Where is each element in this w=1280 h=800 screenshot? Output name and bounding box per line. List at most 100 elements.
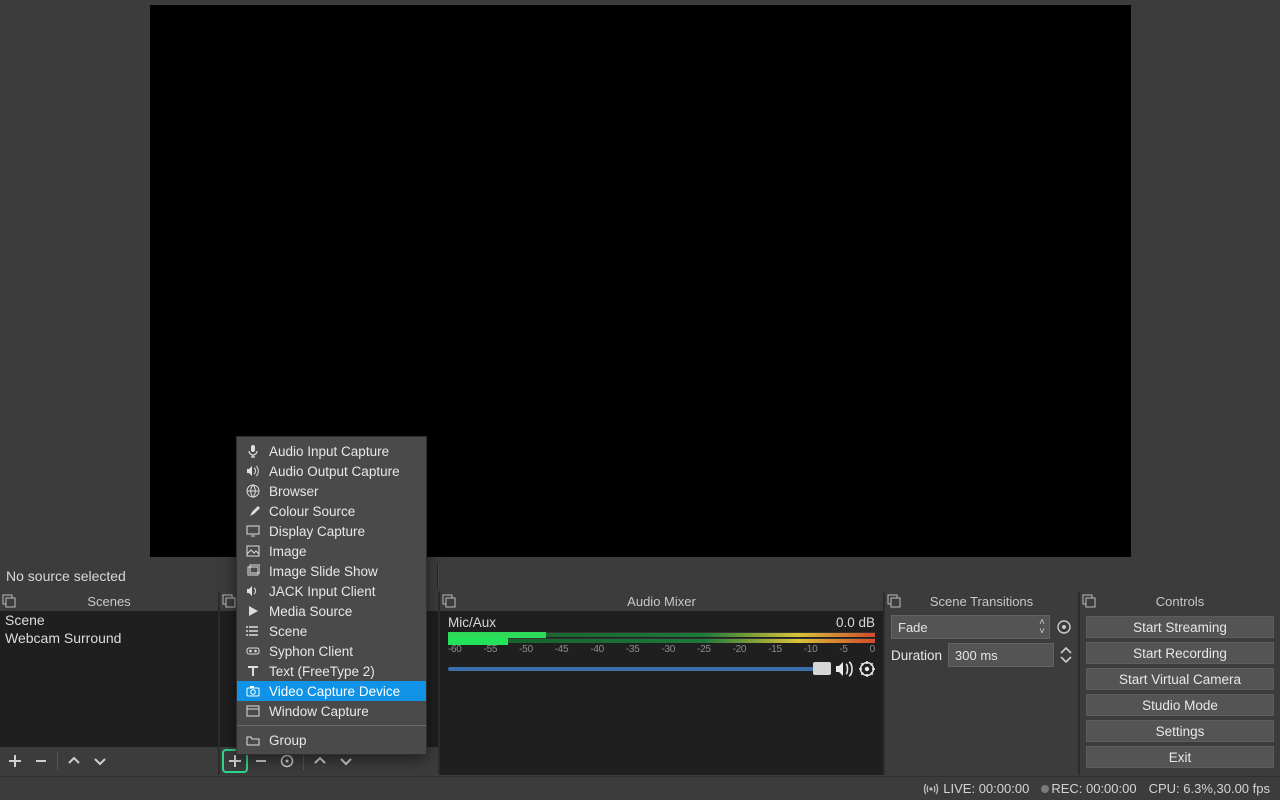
scenes-panel: Scenes SceneWebcam Surround [0, 592, 220, 775]
menu-separator [237, 725, 426, 726]
start-streaming-button[interactable]: Start Streaming [1086, 616, 1274, 638]
mixer-db-value: 0.0 dB [836, 615, 875, 630]
controls-header: Controls [1080, 592, 1280, 611]
add-source-menu[interactable]: Audio Input Capture Audio Output Capture B… [236, 436, 427, 755]
add-scene-button[interactable] [2, 749, 28, 773]
transitions-header: Scene Transitions [885, 592, 1078, 611]
source-type-media-source[interactable]: Media Source [237, 601, 426, 621]
start-virtual-camera-button[interactable]: Start Virtual Camera [1086, 668, 1274, 690]
menu-item-label: Group [269, 733, 307, 748]
duration-down-icon[interactable] [1060, 655, 1072, 665]
source-type-jack-input-client[interactable]: JACK Input Client [237, 581, 426, 601]
dock-icon[interactable] [222, 594, 236, 608]
menu-item-label: Audio Output Capture [269, 464, 400, 479]
controls-panel: Controls Start Streaming Start Recording S… [1080, 592, 1280, 775]
duration-input[interactable]: 300 ms [948, 643, 1054, 667]
monitor-icon [245, 524, 261, 538]
transition-type-select[interactable]: Fade ˄˅ [891, 615, 1050, 639]
source-type-audio-input-capture[interactable]: Audio Input Capture [237, 441, 426, 461]
source-type-image[interactable]: Image [237, 541, 426, 561]
source-type-group[interactable]: Group [237, 730, 426, 750]
source-type-text-freetype-2-[interactable]: Text (FreeType 2) [237, 661, 426, 681]
no-source-label: No source selected [6, 568, 126, 584]
duration-up-icon[interactable] [1060, 645, 1072, 655]
remove-scene-button[interactable] [28, 749, 54, 773]
brush-icon [245, 504, 261, 518]
camera-icon [245, 684, 261, 698]
vr-icon [245, 644, 261, 658]
dock-icon[interactable] [887, 594, 901, 608]
scenes-list[interactable]: SceneWebcam Surround [0, 611, 218, 747]
studio-mode-button[interactable]: Studio Mode [1086, 694, 1274, 716]
text-icon [245, 664, 261, 678]
jack-icon [245, 584, 261, 598]
source-type-audio-output-capture[interactable]: Audio Output Capture [237, 461, 426, 481]
transitions-title: Scene Transitions [930, 594, 1033, 609]
folder-icon [245, 733, 261, 747]
scenes-toolbar [0, 747, 218, 775]
mixer-body: Mic/Aux 0.0 dB -60-55-50-45-40-35-30-25-… [440, 611, 883, 775]
mic-icon [245, 444, 261, 458]
menu-item-label: Syphon Client [269, 644, 353, 659]
source-type-colour-source[interactable]: Colour Source [237, 501, 426, 521]
panel-separator[interactable] [437, 563, 439, 589]
mixer-header: Audio Mixer [440, 592, 883, 611]
scenes-header: Scenes [0, 592, 218, 611]
menu-item-label: Video Capture Device [269, 684, 400, 699]
controls-title: Controls [1156, 594, 1204, 609]
source-type-image-slide-show[interactable]: Image Slide Show [237, 561, 426, 581]
toolbar-divider [57, 752, 58, 770]
preview-area [0, 5, 1280, 557]
cpu-status: CPU: 6.3%,30.00 fps [1149, 781, 1270, 796]
scenes-title: Scenes [87, 594, 130, 609]
slides-icon [245, 564, 261, 578]
play-icon [245, 604, 261, 618]
menu-item-label: Window Capture [269, 704, 369, 719]
mixer-settings-icon[interactable] [859, 661, 875, 677]
menu-item-label: Media Source [269, 604, 352, 619]
menu-item-label: JACK Input Client [269, 584, 376, 599]
image-icon [245, 544, 261, 558]
record-dot-icon [1041, 785, 1049, 793]
scene-up-button[interactable] [61, 749, 87, 773]
scene-down-button[interactable] [87, 749, 113, 773]
duration-value: 300 ms [955, 648, 998, 663]
source-type-scene[interactable]: Scene [237, 621, 426, 641]
source-type-display-capture[interactable]: Display Capture [237, 521, 426, 541]
source-type-syphon-client[interactable]: Syphon Client [237, 641, 426, 661]
chevron-updown-icon: ˄˅ [1039, 618, 1045, 636]
dock-icon[interactable] [2, 594, 16, 608]
volume-slider[interactable] [448, 667, 831, 671]
transition-settings-icon[interactable] [1056, 619, 1072, 635]
bottom-panels: Scenes SceneWebcam Surround Sources [0, 592, 1280, 775]
window-icon [245, 704, 261, 718]
start-recording-button[interactable]: Start Recording [1086, 642, 1274, 664]
audio-mixer-panel: Audio Mixer Mic/Aux 0.0 dB -60-55-50-45-… [440, 592, 885, 775]
mixer-channel-name: Mic/Aux [448, 615, 496, 630]
source-type-window-capture[interactable]: Window Capture [237, 701, 426, 721]
speaker-icon[interactable] [835, 661, 855, 677]
settings-button[interactable]: Settings [1086, 720, 1274, 742]
source-type-video-capture-device[interactable]: Video Capture Device [237, 681, 426, 701]
menu-item-label: Colour Source [269, 504, 355, 519]
live-status: LIVE: 00:00:00 [923, 781, 1029, 796]
rec-status: REC: 00:00:00 [1041, 781, 1136, 796]
menu-item-label: Image Slide Show [269, 564, 378, 579]
mixer-title: Audio Mixer [627, 594, 696, 609]
scene-item[interactable]: Scene [0, 611, 218, 629]
scene-item[interactable]: Webcam Surround [0, 629, 218, 647]
globe-icon [245, 484, 261, 498]
menu-item-label: Image [269, 544, 307, 559]
exit-button[interactable]: Exit [1086, 746, 1274, 768]
status-bar: LIVE: 00:00:00 REC: 00:00:00 CPU: 6.3%,3… [0, 776, 1280, 800]
speaker-icon [245, 464, 261, 478]
duration-label: Duration [891, 648, 942, 663]
menu-item-label: Display Capture [269, 524, 365, 539]
dock-icon[interactable] [442, 594, 456, 608]
dock-icon[interactable] [1082, 594, 1096, 608]
menu-item-label: Browser [269, 484, 319, 499]
menu-item-label: Scene [269, 624, 307, 639]
transition-type-value: Fade [898, 620, 928, 635]
source-type-browser[interactable]: Browser [237, 481, 426, 501]
audio-meter: -60-55-50-45-40-35-30-25-20-15-10-50 [448, 632, 875, 655]
